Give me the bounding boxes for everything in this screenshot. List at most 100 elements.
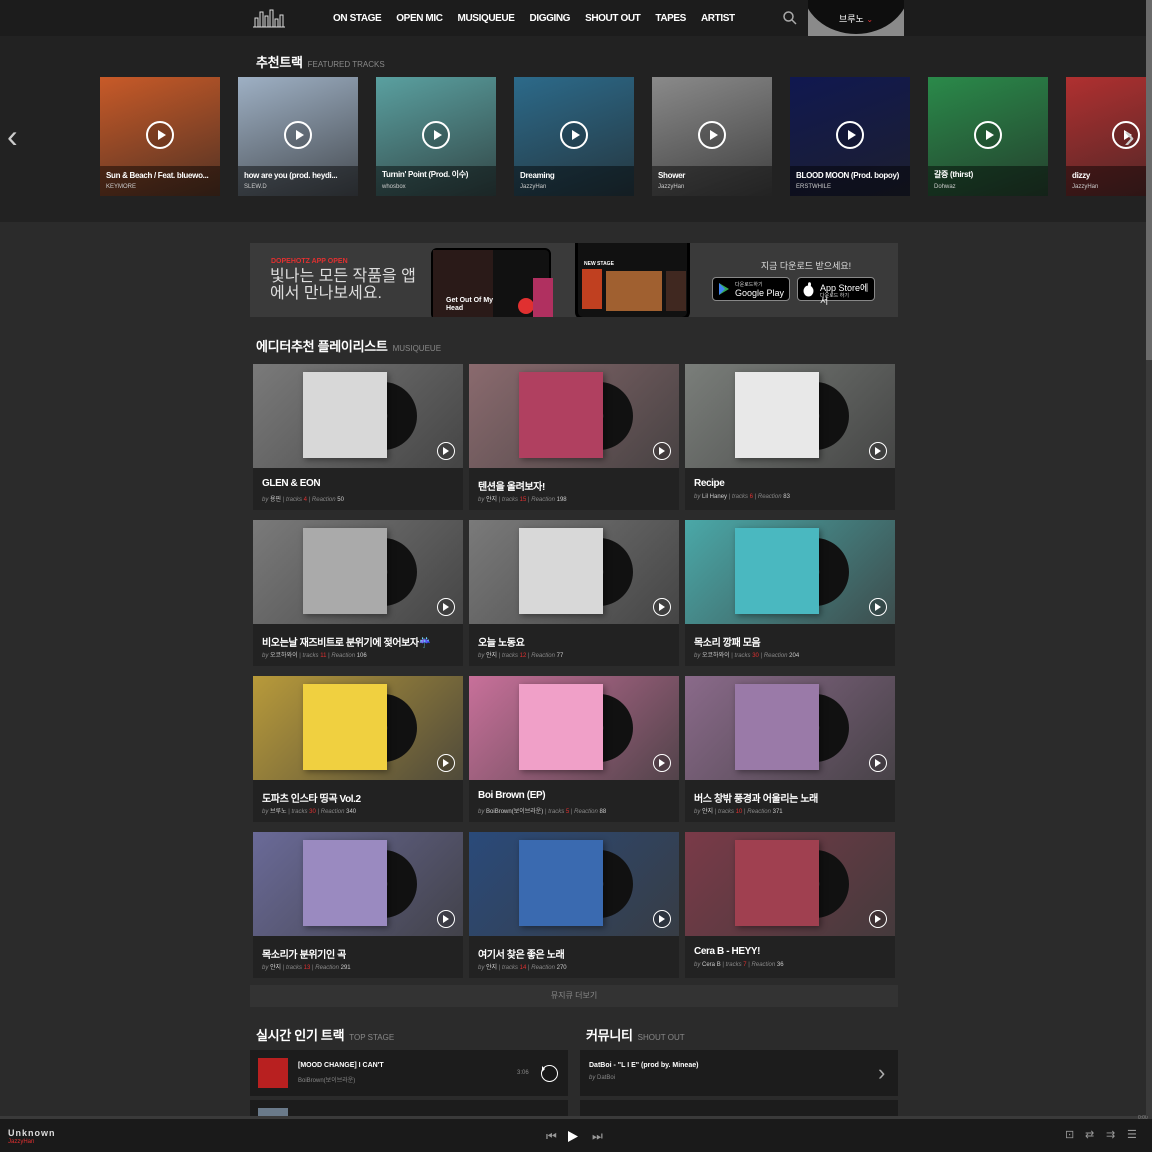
nav-musiqueue[interactable]: MUSIQUEUE (458, 13, 515, 24)
nav-artist[interactable]: ARTIST (701, 13, 735, 24)
by-label: by (589, 1075, 596, 1081)
playlist-card[interactable]: Boi Brown (EP) by BoiBrown(보이브라운) | track… (469, 676, 679, 822)
play-icon[interactable] (422, 121, 450, 149)
featured-track-artist: ERSTWHILE (796, 184, 832, 190)
play-icon[interactable] (836, 121, 864, 149)
shout-out-subtitle: SHOUT OUT (637, 1033, 685, 1042)
reaction-count: 291 (340, 965, 351, 971)
playlist-meta: by 얀지 | tracks 10 | Reaction 371 (694, 809, 783, 815)
play-icon[interactable] (869, 910, 887, 928)
playlist-icon[interactable]: ☰ (1127, 1128, 1137, 1141)
by-label: by (478, 653, 485, 659)
play-button-icon[interactable] (567, 1130, 579, 1143)
nav-open-mic[interactable]: OPEN MIC (396, 13, 443, 24)
playlist-cover (469, 832, 679, 936)
google-play-button[interactable]: 다운로드하기 Google Play (712, 277, 790, 301)
chevron-right-icon[interactable]: › (878, 1060, 885, 1086)
repeat-icon[interactable]: ⇄ (1085, 1128, 1094, 1141)
featured-track-card[interactable]: Dreaming JazzyHan (514, 77, 634, 196)
track-count: 30 (309, 809, 316, 815)
play-icon[interactable] (437, 598, 455, 616)
reaction-label: Reaction (574, 809, 598, 815)
nav-digging[interactable]: DIGGING (530, 13, 571, 24)
user-menu[interactable]: 브루노 ⌄ (808, 0, 904, 36)
previous-icon[interactable]: ⏮ (546, 1129, 557, 1144)
shuffle-icon[interactable]: ⇉ (1106, 1128, 1115, 1141)
featured-track-card[interactable]: Sun & Beach / Feat. bluewo... KEYMORE (100, 77, 220, 196)
play-icon[interactable] (560, 121, 588, 149)
play-icon[interactable] (146, 121, 174, 149)
playlist-card[interactable]: GLEN & EON by 용핀 | tracks 4 | Reaction 50 (253, 364, 463, 510)
play-icon[interactable] (698, 121, 726, 149)
more-playlists-button[interactable]: 뮤지큐 더보기 (250, 985, 898, 1007)
playlist-title: 버스 창밖 풍경과 어울리는 노래 (694, 794, 818, 805)
featured-track-card[interactable]: BLOOD MOON (Prod. bopoy) ERSTWHILE (790, 77, 910, 196)
play-icon[interactable] (437, 442, 455, 460)
nav-tapes[interactable]: TAPES (655, 13, 686, 24)
playlist-title: Cera B - HEYY! (694, 946, 761, 957)
page-scrollbar[interactable] (1146, 0, 1152, 1116)
playlist-author: Lil Haney (702, 494, 728, 500)
scrollbar-thumb[interactable] (1146, 0, 1152, 360)
nav-shout-out[interactable]: SHOUT OUT (585, 13, 641, 24)
carousel-prev-arrow-icon[interactable]: ‹ (7, 120, 18, 152)
top-stage-row[interactable]: [MOOD CHANGE] I CAN'T BoiBrown(보이브라운) 3:… (250, 1050, 568, 1096)
playlist-card[interactable]: 비오는날 재즈비트로 분위기에 젖어보자☔ by 오코하와이 | tracks 1… (253, 520, 463, 666)
play-icon[interactable] (869, 754, 887, 772)
reaction-label: Reaction (751, 962, 776, 968)
nav-on-stage[interactable]: ON STAGE (333, 13, 382, 24)
track-thumbnail (258, 1058, 288, 1088)
logo-icon[interactable] (252, 8, 286, 28)
banner-tag: DOPEHOTZ APP OPEN (271, 258, 348, 265)
player-track-title: Unknown (8, 1128, 56, 1138)
playlist-card[interactable]: 여기서 찾은 좋은 노래 by 얀지 | tracks 14 | Reaction… (469, 832, 679, 978)
reaction-label: Reaction (315, 965, 339, 971)
music-player-bar: Unknown JazzyHan 0:00 ⏮ ⏭ ⊡ ⇄ ⇉ ☰ (0, 1115, 1152, 1152)
shout-out-row-partial (580, 1100, 898, 1116)
phone-mockup: NEW STAGE (575, 243, 690, 317)
featured-track-artist: JazzyHan (1072, 184, 1099, 190)
play-icon[interactable] (437, 754, 455, 772)
track-count: 4 (303, 497, 307, 503)
reaction-label: Reaction (531, 497, 555, 503)
featured-track-title: BLOOD MOON (Prod. bopoy) (796, 171, 900, 180)
play-icon[interactable] (653, 754, 671, 772)
play-icon[interactable] (284, 121, 312, 149)
play-icon[interactable] (974, 121, 1002, 149)
playlist-title: 목소리가 분위기인 곡 (262, 950, 346, 961)
featured-track-card[interactable]: Shower JazzyHan (652, 77, 772, 196)
playlist-meta: by 오코하와이 | tracks 11 | Reaction 106 (262, 653, 367, 659)
playlist-card[interactable]: Cera B - HEYY! by Cera B | tracks 7 | Rea… (685, 832, 895, 978)
playlist-card[interactable]: Recipe by Lil Haney | tracks 6 | Reaction… (685, 364, 895, 510)
volume-icon[interactable]: ⊡ (1065, 1128, 1074, 1141)
app-store-button[interactable]: App Store에서 다운로드 하기 (797, 277, 875, 306)
play-icon[interactable] (437, 910, 455, 928)
playlist-meta: by BoiBrown(보이브라운) | tracks 5 | Reaction… (478, 809, 607, 815)
shout-author: DatBoi (597, 1075, 616, 1081)
play-icon[interactable] (869, 598, 887, 616)
carousel-next-arrow-icon[interactable]: › (1124, 120, 1135, 152)
featured-track-card[interactable]: Turnin' Point (Prod. 이수) whosbox (376, 77, 496, 196)
play-icon[interactable] (653, 910, 671, 928)
play-icon[interactable] (653, 442, 671, 460)
tracks-label: tracks (548, 809, 565, 815)
featured-track-card[interactable]: 갈증 (thirst) Dohwaz (928, 77, 1048, 196)
playlist-card[interactable]: 오늘 노동요 by 얀지 | tracks 12 | Reaction 77 (469, 520, 679, 666)
play-icon[interactable] (653, 598, 671, 616)
playlist-card[interactable]: 텐션을 올려보자! by 얀지 | tracks 15 | Reaction 19… (469, 364, 679, 510)
featured-track-card[interactable]: dizzy JazzyHan (1066, 77, 1152, 196)
search-icon[interactable] (782, 10, 798, 26)
playlist-card[interactable]: 목소리 깡패 모음 by 오코하와이 | tracks 30 | Reaction… (685, 520, 895, 666)
playlist-title: 오늘 노동요 (478, 638, 525, 649)
play-icon[interactable] (869, 442, 887, 460)
featured-track-card[interactable]: how are you (prod. heydi... SLEW.D (238, 77, 358, 196)
playlist-card[interactable]: 목소리가 분위기인 곡 by 얀지 | tracks 13 | Reaction … (253, 832, 463, 978)
apple-icon (803, 282, 814, 297)
album-art (303, 840, 387, 926)
playlist-cover (685, 832, 895, 936)
shout-out-row[interactable]: DatBoi - "L I E" (prod by. Mineae) by Da… (580, 1050, 898, 1096)
playlist-card[interactable]: 도파츠 인스타 띵곡 Vol.2 by 브루노 | tracks 30 | Rea… (253, 676, 463, 822)
next-icon[interactable]: ⏭ (592, 1129, 603, 1144)
playlist-card[interactable]: 버스 창밖 풍경과 어울리는 노래 by 얀지 | tracks 10 | Rea… (685, 676, 895, 822)
play-icon[interactable] (541, 1065, 558, 1082)
